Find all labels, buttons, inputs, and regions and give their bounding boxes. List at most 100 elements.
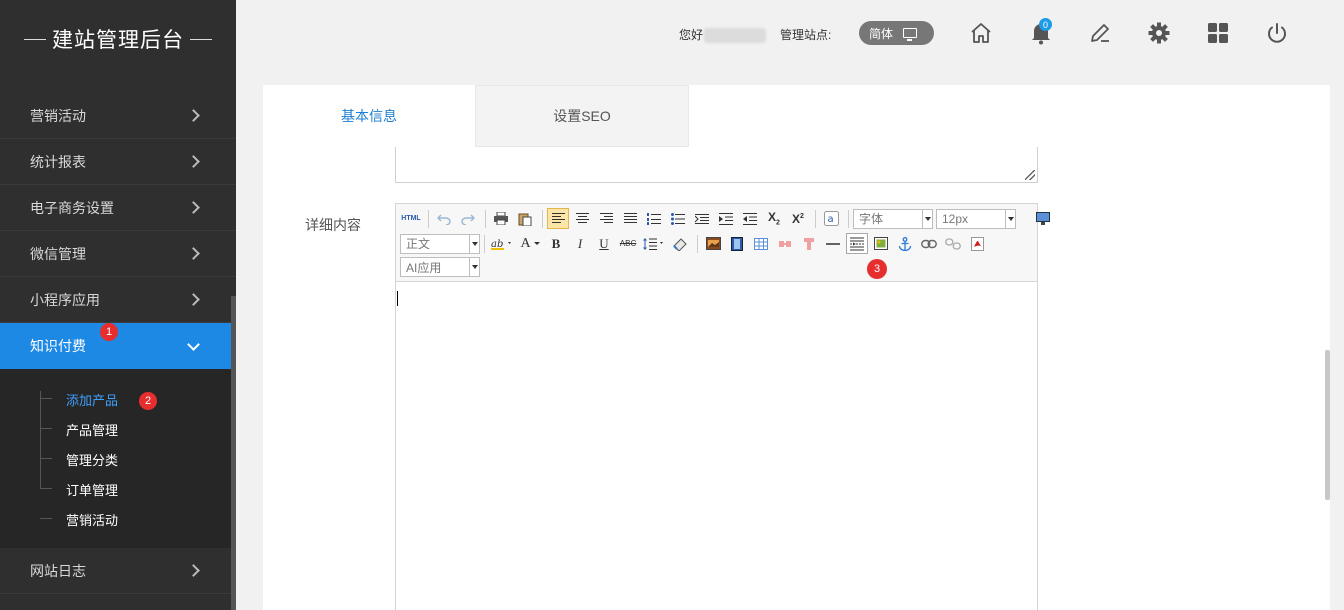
username-redacted <box>704 28 766 43</box>
sidebar-item-knowledge-pay[interactable]: 知识付费 1 <box>0 323 236 369</box>
gear-icon[interactable] <box>1146 20 1172 46</box>
insert-frame-icon[interactable] <box>870 233 892 254</box>
brand: 建站管理后台 <box>0 0 236 78</box>
submenu-item-label: 订单管理 <box>66 482 119 498</box>
chevron-right-icon <box>187 247 200 260</box>
paragraph-format-select[interactable]: 正文 <box>400 233 480 254</box>
clear-format-list-icon[interactable] <box>691 208 713 229</box>
sidebar: 建站管理后台 营销活动 统计报表 电子商务设置 微信管理 小程序应用 知识付费 … <box>0 0 236 610</box>
tab-basic-info[interactable]: 基本信息 <box>263 85 475 147</box>
font-size-select[interactable]: 12px <box>936 208 1016 229</box>
submenu-item-category-manage[interactable]: 管理分类 <box>0 444 236 474</box>
summary-textarea[interactable] <box>395 147 1038 183</box>
unlink-icon[interactable] <box>942 233 964 254</box>
submenu-knowledge-pay: 添加产品 2 产品管理 管理分类 订单管理 营销活动 <box>0 369 236 548</box>
submenu-item-product-manage[interactable]: 产品管理 <box>0 414 236 444</box>
language-switch-button[interactable]: 简体 <box>859 21 934 45</box>
link-icon[interactable] <box>918 233 940 254</box>
submenu-item-label: 添加产品 <box>66 392 119 408</box>
edit-icon[interactable] <box>1087 20 1113 46</box>
sidebar-item-marketing[interactable]: 营销活动 <box>0 93 236 139</box>
indent-icon[interactable] <box>715 208 737 229</box>
sidebar-item-label: 网站日志 <box>30 562 86 579</box>
eraser-icon[interactable] <box>669 233 691 254</box>
align-left-icon[interactable] <box>547 208 569 229</box>
special-char-icon[interactable]: a <box>820 208 842 229</box>
line-height-icon[interactable] <box>641 233 667 254</box>
chevron-right-icon <box>187 293 200 306</box>
undo-icon[interactable] <box>433 208 455 229</box>
tab-label: 基本信息 <box>341 108 397 124</box>
ordered-list-icon[interactable] <box>643 208 665 229</box>
svg-text:a: a <box>827 214 833 225</box>
submenu-item-marketing[interactable]: 营销活动 <box>0 504 236 534</box>
sidebar-item-label: 电子商务设置 <box>30 199 114 216</box>
page-scrollbar[interactable] <box>1325 350 1330 500</box>
content-panel: 基本信息 设置SEO 详细内容 HTML X2 X2 a 字体 12px 正文 … <box>263 85 1330 610</box>
pdf-icon[interactable] <box>966 233 988 254</box>
site-label: 管理站点: <box>780 28 832 42</box>
sidebar-item-site-log[interactable]: 网站日志 <box>0 548 236 594</box>
print-icon[interactable] <box>490 208 512 229</box>
align-center-icon[interactable] <box>571 208 593 229</box>
submenu-item-order-manage[interactable]: 订单管理 <box>0 474 236 504</box>
step-badge-2: 2 <box>139 392 157 410</box>
sidebar-item-label: 微信管理 <box>30 245 86 262</box>
fullscreen-icon[interactable] <box>1032 208 1054 229</box>
paste-icon[interactable] <box>514 208 536 229</box>
align-justify-icon[interactable] <box>619 208 641 229</box>
page-break-icon[interactable] <box>846 233 868 254</box>
underline-button[interactable]: U <box>593 233 615 254</box>
sidebar-item-wechat[interactable]: 微信管理 <box>0 231 236 277</box>
language-label: 简体 <box>869 26 894 41</box>
table-merge-icon[interactable] <box>798 233 820 254</box>
anchor-icon[interactable] <box>894 233 916 254</box>
top-bar: 您好 管理站点: 简体 0 <box>236 0 1344 66</box>
ai-app-select[interactable]: AI应用 <box>400 257 480 277</box>
step-badge-3: 3 <box>867 259 887 279</box>
step-badge-1: 1 <box>100 323 118 341</box>
sidebar-item-reports[interactable]: 统计报表 <box>0 139 236 185</box>
italic-button[interactable]: I <box>569 233 591 254</box>
power-icon[interactable] <box>1264 20 1290 46</box>
sidebar-item-label: 小程序应用 <box>30 291 100 308</box>
highlight-color-icon[interactable]: ab <box>489 233 515 254</box>
apps-grid-icon[interactable] <box>1205 20 1231 46</box>
redo-icon[interactable] <box>457 208 479 229</box>
chevron-right-icon <box>187 109 200 122</box>
chevron-down-icon <box>187 337 200 351</box>
font-color-icon[interactable]: A <box>517 233 543 254</box>
detail-content-label: 详细内容 <box>305 217 361 233</box>
sidebar-item-label: 营销活动 <box>30 107 86 124</box>
html-source-button[interactable]: HTML <box>400 208 422 229</box>
monitor-icon <box>903 28 918 41</box>
table-split-icon[interactable] <box>774 233 796 254</box>
chevron-right-icon <box>187 155 200 168</box>
strikethrough-button[interactable]: ABC <box>617 233 639 254</box>
table-icon[interactable] <box>750 233 772 254</box>
align-right-icon[interactable] <box>595 208 617 229</box>
home-icon[interactable] <box>968 20 994 46</box>
chevron-right-icon <box>187 564 200 577</box>
submenu-item-add-product[interactable]: 添加产品 2 <box>0 384 236 414</box>
font-family-select[interactable]: 字体 <box>853 208 933 229</box>
text-caret <box>397 291 398 306</box>
superscript-icon[interactable]: X2 <box>787 208 809 229</box>
greeting-text: 您好 <box>679 28 704 42</box>
outdent-icon[interactable] <box>739 208 761 229</box>
sidebar-scrollbar[interactable] <box>231 296 236 610</box>
image-icon[interactable] <box>702 233 724 254</box>
notification-count-badge: 0 <box>1039 18 1052 31</box>
editor-toolbar: HTML X2 X2 a 字体 12px 正文 ab A B I U ABC A… <box>396 204 1050 282</box>
video-icon[interactable] <box>726 233 748 254</box>
submenu-item-label: 营销活动 <box>66 512 119 528</box>
unordered-list-icon[interactable] <box>667 208 689 229</box>
tab-seo[interactable]: 设置SEO <box>475 85 689 147</box>
editor-content-area[interactable] <box>396 283 1037 610</box>
sidebar-item-ecommerce[interactable]: 电子商务设置 <box>0 185 236 231</box>
subscript-icon[interactable]: X2 <box>763 208 785 229</box>
resize-grip-icon[interactable] <box>1025 170 1035 180</box>
sidebar-item-miniprogram[interactable]: 小程序应用 <box>0 277 236 323</box>
horizontal-rule-icon[interactable] <box>822 233 844 254</box>
bold-button[interactable]: B <box>545 233 567 254</box>
